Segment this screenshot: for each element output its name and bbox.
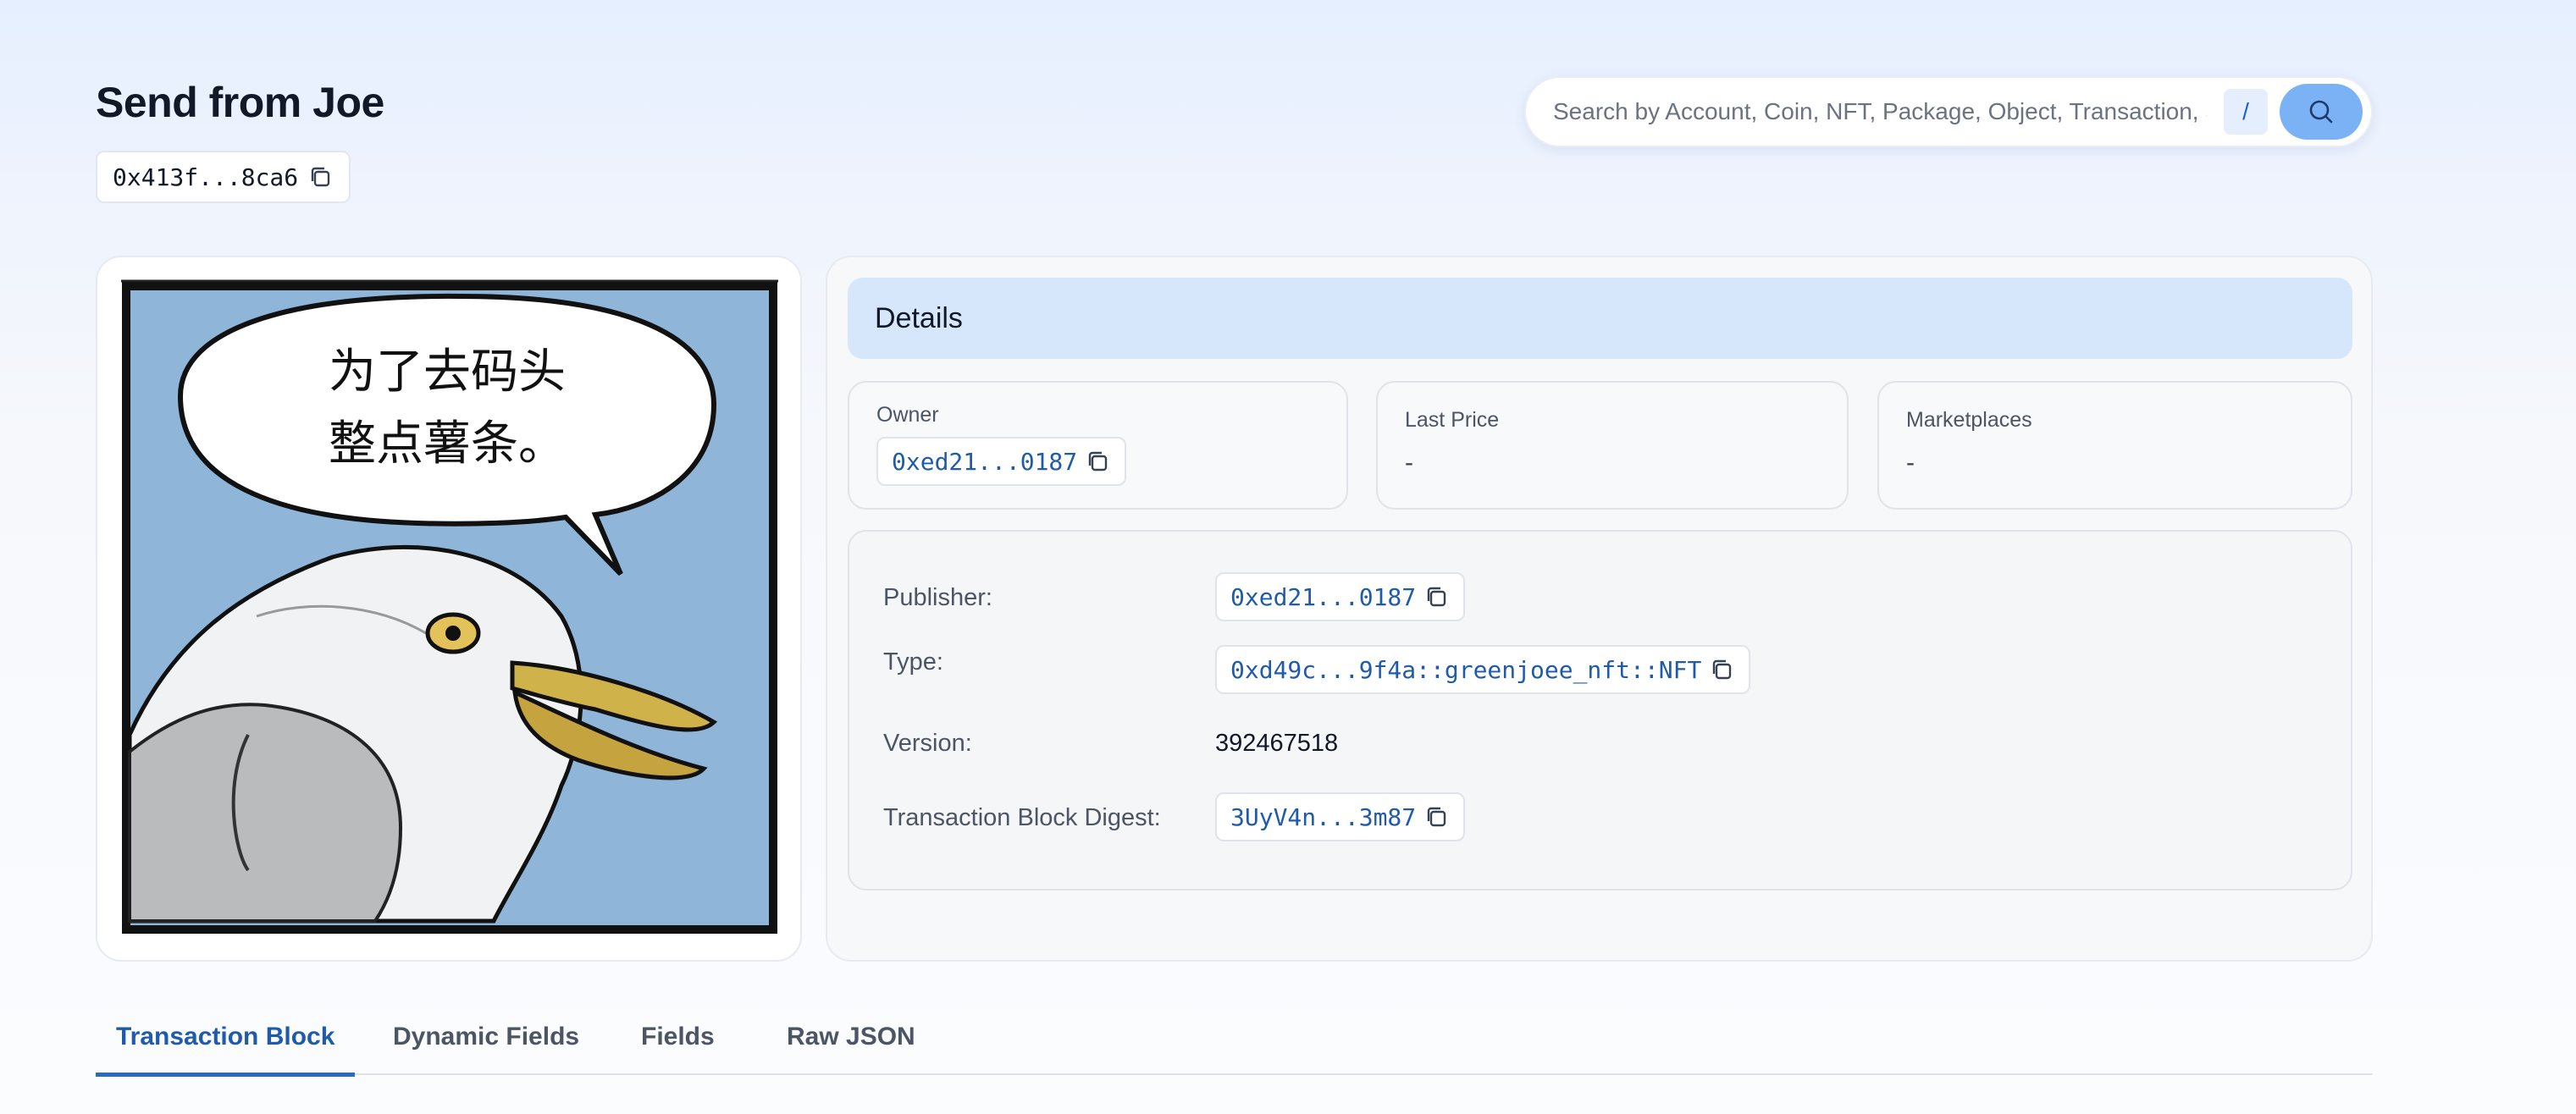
search-icon — [2309, 100, 2333, 124]
tab-raw-json[interactable]: Raw JSON — [766, 999, 936, 1075]
marketplaces-label: Marketplaces — [1906, 408, 2032, 432]
version-label: Version: — [883, 730, 972, 757]
copy-icon[interactable] — [1084, 448, 1111, 475]
search-bar: / — [1524, 76, 2373, 147]
page-title: Send from Joe — [96, 79, 384, 126]
object-info-box: Publisher: 0xed21...0187 Type: 0xd49c...… — [848, 530, 2352, 891]
owner-address-link[interactable]: 0xed21...0187 — [876, 437, 1127, 486]
object-address-chip[interactable]: 0x413f...8ca6 — [96, 151, 351, 203]
tab-transaction-block[interactable]: Transaction Block — [96, 999, 356, 1077]
owner-address: 0xed21...0187 — [892, 447, 1078, 476]
object-tabs: Transaction Block Dynamic Fields Fields … — [96, 999, 2373, 1077]
search-input[interactable] — [1526, 78, 2224, 146]
publisher-address: 0xed21...0187 — [1230, 582, 1417, 611]
marketplaces-value: - — [1906, 449, 1915, 477]
owner-label: Owner — [876, 403, 939, 427]
type-label: Type: — [883, 648, 943, 676]
copy-icon[interactable] — [1423, 583, 1450, 610]
last-price-box: Last Price - — [1376, 381, 1849, 510]
version-value: 392467518 — [1215, 730, 1339, 757]
copy-icon[interactable] — [307, 163, 334, 190]
type-link[interactable]: 0xd49c...9f4a::greenjoee_nft::NFT — [1215, 645, 1751, 694]
search-button[interactable] — [2280, 84, 2363, 140]
speech-bubble-line-1: 为了去码头 — [329, 345, 566, 400]
details-card: Details Owner 0xed21...0187 Last Price -… — [826, 256, 2373, 962]
speech-bubble-line-2: 整点薯条。 — [329, 416, 566, 472]
copy-icon[interactable] — [1708, 656, 1735, 683]
digest-link[interactable]: 3UyV4n...3m87 — [1215, 792, 1466, 841]
search-shortcut-key: / — [2224, 89, 2268, 135]
publisher-address-link[interactable]: 0xed21...0187 — [1215, 572, 1466, 621]
publisher-label: Publisher: — [883, 584, 992, 611]
digest-value: 3UyV4n...3m87 — [1230, 802, 1417, 831]
object-address: 0x413f...8ca6 — [113, 163, 299, 191]
tab-fields[interactable]: Fields — [621, 999, 735, 1075]
type-value: 0xd49c...9f4a::greenjoee_nft::NFT — [1230, 655, 1702, 684]
last-price-label: Last Price — [1405, 408, 1500, 432]
nft-image[interactable]: 为了去码头 整点薯条。 — [121, 278, 778, 938]
last-price-value: - — [1405, 449, 1413, 477]
copy-icon[interactable] — [1423, 803, 1450, 830]
owner-box: Owner 0xed21...0187 — [848, 381, 1348, 510]
details-header: Details — [848, 278, 2352, 359]
digest-label: Transaction Block Digest: — [883, 804, 1161, 831]
nft-image-card: 为了去码头 整点薯条。 — [96, 256, 802, 962]
marketplaces-box: Marketplaces - — [1877, 381, 2352, 510]
tab-dynamic-fields[interactable]: Dynamic Fields — [373, 999, 600, 1075]
